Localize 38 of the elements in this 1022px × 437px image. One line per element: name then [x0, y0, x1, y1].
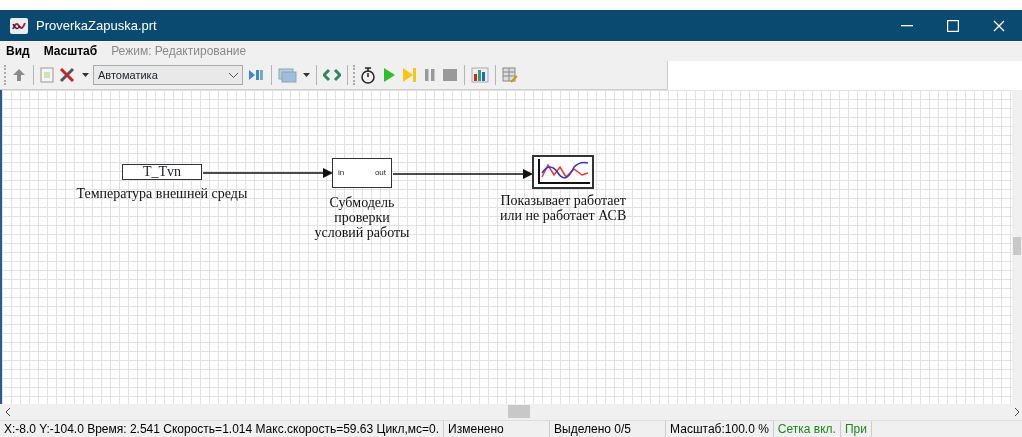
- block-caption: Показывает работает или не работает АСВ: [500, 193, 627, 223]
- status-text: Изменено: [444, 421, 551, 437]
- caret-icon[interactable]: [302, 72, 311, 78]
- bar-chart-icon[interactable]: [470, 66, 490, 84]
- window-title: ProverkaZapuska.prt: [36, 16, 157, 35]
- scope-block[interactable]: [532, 155, 594, 189]
- scroll-left-icon[interactable]: [5, 408, 11, 416]
- scroll-right-icon[interactable]: [1014, 408, 1020, 416]
- status-text: При: [840, 421, 872, 437]
- status-text: Масштаб:100.0 %: [666, 421, 774, 437]
- horizontal-scrollbar[interactable]: [0, 404, 1022, 420]
- scrollbar-thumb[interactable]: [1013, 237, 1021, 255]
- caret-icon[interactable]: [81, 72, 90, 78]
- submodel-block[interactable]: in out: [332, 158, 392, 188]
- scrollbar-thumb[interactable]: [508, 405, 530, 418]
- status-text: Сетка вкл.: [773, 421, 841, 437]
- vertical-scrollbar[interactable]: [1012, 90, 1022, 404]
- stop-icon[interactable]: [441, 66, 459, 84]
- maximize-icon: [947, 19, 959, 32]
- block-caption: Субмодель проверки условий работы: [314, 195, 410, 240]
- close-icon: [993, 19, 1005, 32]
- menu-item[interactable]: Масштаб: [43, 42, 98, 60]
- chart-icon: [536, 159, 590, 185]
- menu-item[interactable]: Вид: [6, 42, 30, 60]
- app-icon: [10, 17, 28, 34]
- constant-block[interactable]: T_Tvn: [122, 164, 202, 180]
- code-icon[interactable]: [322, 67, 342, 83]
- port-label: out: [374, 167, 386, 179]
- mode-dropdown[interactable]: Автоматика: [93, 65, 243, 85]
- table-icon[interactable]: [501, 66, 519, 84]
- minimize-icon: [901, 24, 913, 27]
- block-caption: Температура внешней среды: [76, 186, 248, 201]
- stopwatch-icon[interactable]: [359, 65, 377, 85]
- status-text: X:-8.0 Y:-104.0 Время: 2.541 Скорость=1.014 Макс.скорость=59.63 Цикл,мс=0.: [0, 421, 445, 437]
- chevron-down-icon: [229, 72, 238, 78]
- pause-icon[interactable]: [422, 66, 438, 84]
- port-label: in: [338, 167, 345, 179]
- status-text: Выделено 0/5: [550, 421, 667, 437]
